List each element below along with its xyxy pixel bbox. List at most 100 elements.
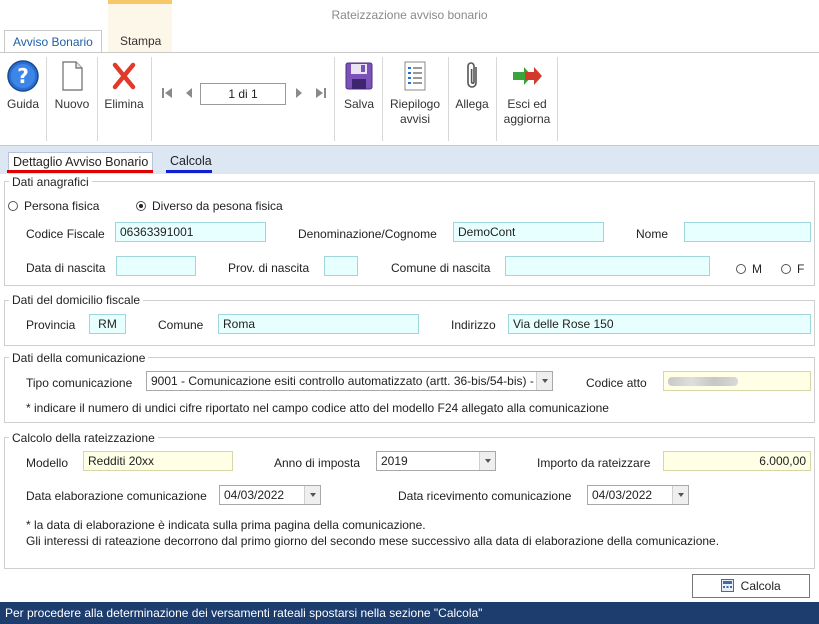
elimina-button[interactable]: Elimina bbox=[102, 57, 146, 112]
chevron-down-icon[interactable] bbox=[536, 372, 552, 390]
anno-imposta-select[interactable]: 2019 bbox=[376, 451, 496, 471]
ribbon-separator bbox=[151, 57, 152, 141]
persona-fisica-label: Persona fisica bbox=[24, 199, 100, 213]
sesso-f-label: F bbox=[797, 262, 805, 276]
data-ricevimento-value: 04/03/2022 bbox=[592, 488, 653, 502]
modello-field[interactable]: Redditi 20xx bbox=[83, 451, 233, 471]
data-elaborazione-value: 04/03/2022 bbox=[224, 488, 285, 502]
title-bar: Rateizzazione avviso bonario bbox=[0, 0, 819, 52]
tab-dettaglio-avviso[interactable]: Dettaglio Avviso Bonario bbox=[8, 152, 154, 171]
data-elaborazione-label: Data elaborazione comunicazione bbox=[26, 489, 207, 503]
chevron-down-icon[interactable] bbox=[479, 452, 495, 470]
ribbon-separator bbox=[334, 57, 335, 141]
paperclip-icon bbox=[467, 62, 477, 88]
comune-field[interactable]: Roma bbox=[218, 314, 419, 334]
salva-label: Salva bbox=[343, 97, 375, 111]
calculator-icon bbox=[721, 579, 735, 592]
codice-atto-note: * indicare il numero di undici cifre rip… bbox=[26, 401, 609, 415]
riepilogo-label-line2: avvisi bbox=[399, 112, 430, 126]
record-navigator-field[interactable]: 1 di 1 bbox=[200, 83, 286, 105]
codice-atto-label: Codice atto bbox=[586, 376, 647, 390]
save-floppy-icon bbox=[345, 62, 373, 90]
anno-imposta-value: 2019 bbox=[381, 454, 408, 468]
next-record-icon[interactable] bbox=[294, 87, 304, 99]
ribbon-separator bbox=[496, 57, 497, 141]
codice-fiscale-label: Codice Fiscale bbox=[26, 227, 105, 241]
calcolo-rateizzazione-title: Calcolo della rateizzazione bbox=[9, 431, 158, 445]
ribbon-tab-stampa[interactable]: Stampa bbox=[112, 30, 169, 52]
allega-button[interactable]: Allega bbox=[452, 57, 492, 112]
indirizzo-label: Indirizzo bbox=[451, 318, 496, 332]
ribbon-separator bbox=[448, 57, 449, 141]
dati-comunicazione-title: Dati della comunicazione bbox=[9, 351, 149, 365]
salva-button[interactable]: Salva bbox=[340, 57, 378, 112]
indirizzo-field[interactable]: Via delle Rose 150 bbox=[508, 314, 811, 334]
ribbon-separator bbox=[97, 57, 98, 141]
sesso-m-label: M bbox=[752, 262, 762, 276]
anno-imposta-label: Anno di imposta bbox=[274, 456, 361, 470]
exit-arrow-icon bbox=[513, 67, 542, 85]
esci-label-line2: aggiorna bbox=[503, 112, 551, 126]
ribbon-toolbar: ? Guida Nuovo Elimina 1 di 1 Salva Riepi… bbox=[0, 52, 819, 146]
domicilio-fiscale-title: Dati del domicilio fiscale bbox=[9, 293, 144, 307]
denominazione-field[interactable]: DemoCont bbox=[453, 222, 604, 242]
last-record-icon[interactable] bbox=[316, 87, 326, 99]
ribbon-tab-avviso-bonario[interactable]: Avviso Bonario bbox=[4, 30, 102, 52]
importo-field[interactable]: 6.000,00 bbox=[663, 451, 811, 471]
diverso-persona-fisica-label: Diverso da pesona fisica bbox=[152, 199, 283, 213]
esci-label-line1: Esci ed bbox=[507, 97, 547, 111]
ribbon-separator bbox=[46, 57, 47, 141]
data-elaborazione-picker[interactable]: 04/03/2022 bbox=[219, 485, 321, 505]
codice-atto-field[interactable] bbox=[663, 371, 811, 391]
comune-nascita-field[interactable] bbox=[505, 256, 710, 276]
data-ricevimento-picker[interactable]: 04/03/2022 bbox=[587, 485, 689, 505]
denominazione-label: Denominazione/Cognome bbox=[298, 227, 437, 241]
tipo-comunicazione-value: 9001 - Comunicazione esiti controllo aut… bbox=[151, 374, 534, 388]
diverso-persona-fisica-radio[interactable] bbox=[136, 201, 146, 211]
provincia-label: Provincia bbox=[26, 318, 76, 332]
first-record-icon[interactable] bbox=[162, 87, 172, 99]
calendar-dropdown-icon[interactable] bbox=[672, 486, 688, 504]
svg-text:?: ? bbox=[17, 64, 29, 88]
delete-x-icon bbox=[112, 62, 136, 90]
sesso-f-radio[interactable] bbox=[781, 264, 791, 274]
calendar-dropdown-icon[interactable] bbox=[304, 486, 320, 504]
window-title: Rateizzazione avviso bonario bbox=[331, 8, 488, 22]
calcola-button-label: Calcola bbox=[740, 579, 781, 593]
codice-fiscale-field[interactable]: 06363391001 bbox=[115, 222, 266, 242]
importo-label: Importo da rateizzare bbox=[537, 456, 651, 470]
dati-anagrafici-title: Dati anagrafici bbox=[9, 175, 92, 189]
nome-field[interactable] bbox=[684, 222, 811, 242]
riepilogo-label-line1: Riepilogo bbox=[389, 97, 441, 111]
nuovo-label: Nuovo bbox=[54, 97, 90, 111]
prov-nascita-field[interactable] bbox=[324, 256, 358, 276]
calcola-button[interactable]: Calcola bbox=[692, 574, 810, 598]
sesso-m-radio[interactable] bbox=[736, 264, 746, 274]
nome-label: Nome bbox=[636, 227, 669, 241]
data-ricevimento-label: Data ricevimento comunicazione bbox=[398, 489, 572, 503]
active-tab-underline bbox=[7, 170, 153, 173]
guida-label: Guida bbox=[6, 97, 40, 111]
ribbon-separator bbox=[382, 57, 383, 141]
provincia-field[interactable]: RM bbox=[89, 314, 126, 334]
data-elaborazione-note-1: * la data di elaborazione è indicata sul… bbox=[26, 518, 426, 532]
prov-nascita-label: Prov. di nascita bbox=[228, 261, 310, 275]
data-nascita-label: Data di nascita bbox=[26, 261, 106, 275]
elimina-label: Elimina bbox=[104, 97, 144, 111]
tipo-comunicazione-select[interactable]: 9001 - Comunicazione esiti controllo aut… bbox=[146, 371, 553, 391]
modello-label: Modello bbox=[26, 456, 69, 470]
tab-underline bbox=[166, 170, 212, 173]
tab-calcola[interactable]: Calcola bbox=[166, 152, 216, 170]
status-bar: Per procedere alla determinazione dei ve… bbox=[0, 602, 819, 624]
persona-fisica-radio[interactable] bbox=[8, 201, 18, 211]
ribbon-separator bbox=[557, 57, 558, 141]
guida-button[interactable]: ? Guida bbox=[4, 57, 42, 112]
data-nascita-field[interactable] bbox=[116, 256, 196, 276]
riepilogo-avvisi-button[interactable]: Riepilogo avvisi bbox=[386, 57, 444, 127]
esci-aggiorna-button[interactable]: Esci ed aggiorna bbox=[500, 57, 554, 127]
comune-label: Comune bbox=[158, 318, 204, 332]
tipo-comunicazione-label: Tipo comunicazione bbox=[26, 376, 133, 390]
nuovo-button[interactable]: Nuovo bbox=[52, 57, 92, 112]
previous-record-icon[interactable] bbox=[184, 87, 194, 99]
new-document-icon bbox=[62, 61, 83, 91]
